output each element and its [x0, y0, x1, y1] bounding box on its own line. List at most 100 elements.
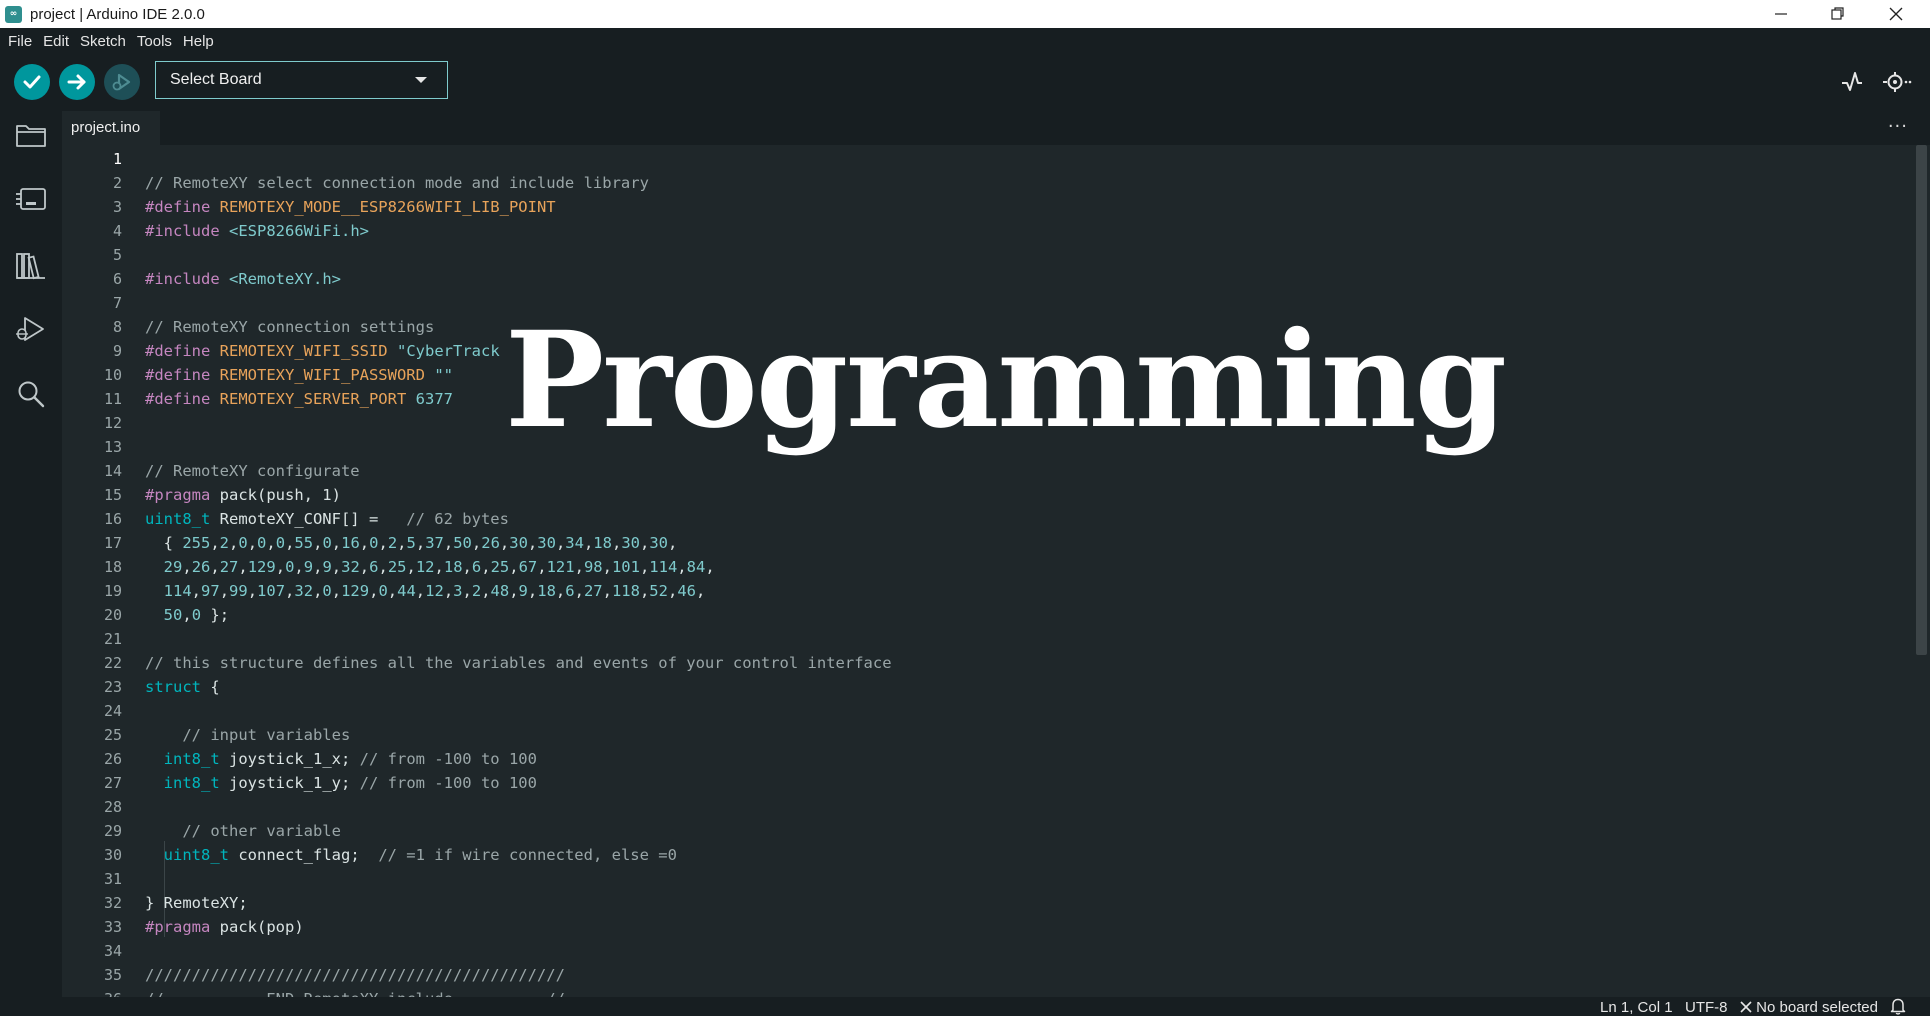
toolbar: Select Board [0, 55, 1930, 111]
code-token: REMOTEXY_MODE__ESP8266WIFI_LIB_POINT [219, 198, 556, 216]
scrollbar-thumb[interactable] [1916, 145, 1927, 655]
code-line[interactable]: uint8_t connect_flag; // =1 if wire conn… [145, 843, 677, 867]
code-token: 114 [649, 558, 678, 576]
code-line[interactable]: struct { [145, 675, 220, 699]
file-encoding[interactable]: UTF-8 [1685, 998, 1728, 1016]
code-token: 16 [341, 534, 360, 552]
menu-file[interactable]: File [3, 33, 37, 50]
code-line[interactable]: // RemoteXY configurate [145, 459, 360, 483]
code-token: 34 [565, 534, 584, 552]
code-token: , [443, 534, 454, 552]
code-line[interactable]: int8_t joystick_1_y; // from -100 to 100 [145, 771, 537, 795]
menu-sketch[interactable]: Sketch [75, 33, 131, 50]
code-token: , [210, 558, 220, 576]
code-token: , [275, 558, 286, 576]
code-token: uint8_t [145, 510, 211, 528]
search-button[interactable] [13, 376, 49, 412]
code-line[interactable]: // RemoteXY select connection mode and i… [145, 171, 649, 195]
code-token: , [378, 534, 388, 552]
line-number: 31 [103, 870, 122, 888]
cursor-position[interactable]: Ln 1, Col 1 [1600, 998, 1673, 1016]
code-token: , [247, 582, 258, 600]
menu-edit[interactable]: Edit [38, 33, 74, 50]
code-token: 50 [453, 534, 472, 552]
code-line[interactable]: int8_t joystick_1_x; // from -100 to 100 [145, 747, 537, 771]
line-number: 18 [103, 558, 122, 576]
board-status[interactable]: No board selected [1740, 998, 1878, 1016]
code-token: , [462, 558, 472, 576]
code-token: 29 [163, 558, 183, 576]
line-number: 27 [103, 774, 122, 792]
close-window-button[interactable] [1868, 0, 1924, 28]
search-icon [18, 381, 45, 408]
verify-button[interactable] [14, 64, 50, 100]
code-line[interactable]: uint8_t RemoteXY_CONF[] = // 62 bytes [145, 507, 509, 531]
code-token: #define [145, 342, 211, 360]
menu-help[interactable]: Help [178, 33, 219, 50]
code-token: , [509, 582, 519, 600]
code-line[interactable]: } RemoteXY; [145, 891, 248, 915]
code-line[interactable]: #define REMOTEXY_WIFI_PASSWORD "" [145, 363, 453, 387]
code-token: 2 [219, 534, 230, 552]
tab-project-ino[interactable]: project.ino [62, 111, 161, 145]
more-actions-icon[interactable]: ··· [1888, 116, 1908, 137]
board-select-dropdown[interactable]: Select Board [155, 61, 448, 99]
boards-manager-button[interactable] [13, 181, 49, 217]
line-number: 29 [103, 822, 122, 840]
code-token: , [583, 534, 594, 552]
library-manager-button[interactable] [13, 248, 49, 284]
restore-button[interactable] [1810, 0, 1866, 28]
code-line[interactable]: // this structure defines all the variab… [145, 651, 892, 675]
code-token: <ESP8266WiFi.h> [229, 222, 369, 240]
run-debug-button[interactable] [13, 311, 49, 347]
code-line[interactable]: #define REMOTEXY_WIFI_SSID "CyberTrack [145, 339, 500, 363]
code-line[interactable]: #pragma pack(push, 1) [145, 483, 341, 507]
line-number: 33 [103, 918, 122, 936]
line-number: 5 [112, 246, 122, 264]
editor-scrollbar[interactable] [1912, 145, 1930, 997]
code-token: int8_t [163, 750, 220, 768]
code-line[interactable]: // RemoteXY connection settings [145, 315, 434, 339]
code-line[interactable]: ////////////////////////////////////////… [145, 963, 565, 987]
code-token: RemoteXY_CONF[] = [210, 510, 407, 528]
code-token: 107 [257, 582, 286, 600]
code-line[interactable]: #pragma pack(pop) [145, 915, 304, 939]
minimize-button[interactable] [1753, 0, 1809, 28]
code-line[interactable]: 50,0 }; [145, 603, 229, 627]
code-line[interactable]: #include <ESP8266WiFi.h> [145, 219, 369, 243]
code-editor[interactable]: 1 2 3 4 5 6 7 8 9 10 11 12 13 14 15 16 17 18 19 20 21 22 23 24 2… [62, 145, 1912, 997]
code-line[interactable]: #define REMOTEXY_SERVER_PORT 6377 [145, 387, 453, 411]
code-line[interactable]: // input variables [145, 723, 350, 747]
code-line[interactable]: 114,97,99,107,32,0,129,0,44,12,3,2,48,9,… [145, 579, 706, 603]
upload-button[interactable] [59, 64, 95, 100]
menu-tools[interactable]: Tools [132, 33, 177, 50]
code-area[interactable]: // RemoteXY select connection mode and i… [145, 145, 1895, 997]
code-token: #define [145, 390, 211, 408]
serial-plotter-button[interactable] [1835, 65, 1869, 99]
code-token: , [574, 558, 584, 576]
code-token: 18 [593, 534, 612, 552]
debug-button[interactable] [104, 64, 140, 100]
overlay-title: Programming [505, 303, 1507, 458]
code-token: // 62 bytes [406, 510, 509, 528]
code-line[interactable]: #define REMOTEXY_MODE__ESP8266WIFI_LIB_P… [145, 195, 556, 219]
sketchbook-button[interactable] [13, 117, 49, 153]
code-line[interactable]: 29,26,27,129,0,9,9,32,6,25,12,18,6,25,67… [145, 555, 715, 579]
notifications-button[interactable] [1890, 997, 1906, 1016]
chevron-down-icon [415, 77, 427, 83]
code-line[interactable]: // other variable [145, 819, 341, 843]
code-token: 118 [611, 582, 640, 600]
code-line[interactable]: #include <RemoteXY.h> [145, 267, 341, 291]
serial-monitor-button[interactable] [1880, 65, 1914, 99]
code-token: , [639, 582, 650, 600]
line-number: 14 [103, 462, 122, 480]
code-line[interactable]: { 255,2,0,0,0,55,0,16,0,2,5,37,50,26,30,… [145, 531, 678, 555]
code-token: 2 [387, 534, 398, 552]
code-line[interactable]: // END RemoteXY include // [145, 987, 565, 997]
code-token: // from -100 to 100 [359, 750, 537, 768]
